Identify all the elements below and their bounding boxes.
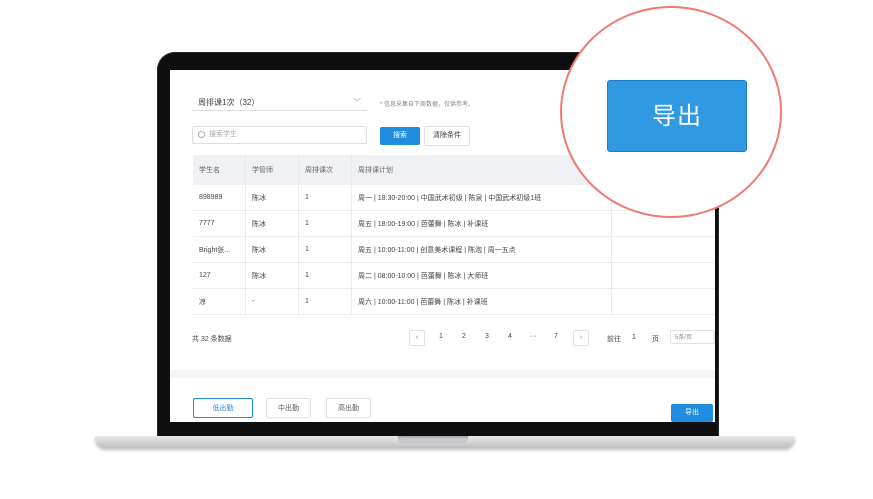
cell-plan: 周五 | 10:00-11:00 | 创意美术课程 | 陈泡 | 周一五点 <box>351 236 612 263</box>
tab-high-attendance[interactable]: 高出勤 <box>326 398 371 418</box>
cell-manager: 陈冰 <box>245 210 299 237</box>
cell-empty <box>611 236 715 263</box>
chevron-down-icon: ﹀ <box>353 98 361 107</box>
cell-manager: 陈冰 <box>245 185 299 211</box>
page-size-value: 5条/页 <box>675 335 693 341</box>
cell-count: 1 <box>298 185 352 211</box>
more-pages-ellipsis[interactable]: ··· <box>526 330 540 344</box>
page-number[interactable]: 4 <box>503 330 517 344</box>
info-hint: * 信息采集自下周数据，仅供参考。 <box>380 102 475 108</box>
cell-count: 1 <box>298 262 352 289</box>
table-row: 7777 陈冰 1 周五 | 18:00-19:00 | 芭蕾舞 | 陈冰 | … <box>193 210 715 237</box>
page-number[interactable]: 2 <box>457 330 471 344</box>
cell-count: 1 <box>298 236 352 263</box>
column-header: 学生名 <box>193 155 246 185</box>
cell-manager: 陈冰 <box>245 236 299 263</box>
table-row: 凉 - 1 周六 | 10:00-11:00 | 芭蕾舞 | 陈冰 | 补课班 <box>193 288 715 315</box>
search-icon <box>198 131 205 138</box>
cell-count: 1 <box>298 288 352 315</box>
tab-mid-attendance[interactable]: 中出勤 <box>266 398 311 418</box>
cell-empty <box>611 288 715 315</box>
cell-plan: 周六 | 10:00-11:00 | 芭蕾舞 | 陈冰 | 补课班 <box>351 288 612 315</box>
column-header: 学管师 <box>245 155 299 185</box>
cell-manager: 陈冰 <box>245 262 299 289</box>
page-number[interactable]: 3 <box>480 330 494 344</box>
page-number[interactable]: 7 <box>549 330 563 344</box>
search-placeholder: 搜索学生 <box>209 131 237 138</box>
table-row: 127 陈冰 1 周二 | 08:00-10:00 | 芭蕾舞 | 陈冰 | 大… <box>193 262 715 289</box>
next-page-button[interactable]: › <box>573 330 589 346</box>
cell-student: 凉 <box>193 288 246 315</box>
cell-student: 7777 <box>193 210 246 237</box>
zoom-callout: 导出 <box>560 6 782 218</box>
page-size-select[interactable]: 5条/页 <box>670 330 715 344</box>
cell-student: 127 <box>193 262 246 289</box>
search-button[interactable]: 搜索 <box>380 127 420 145</box>
cell-student: Bright张... <box>193 236 246 263</box>
laptop-notch <box>398 436 468 443</box>
section-divider <box>170 370 715 378</box>
clear-filters-button[interactable]: 清除条件 <box>424 126 470 146</box>
frequency-select-value: 周排课1次（32） <box>198 98 260 107</box>
zoomed-export-button[interactable]: 导出 <box>607 80 747 152</box>
total-count: 共 32 条数据 <box>192 336 232 343</box>
tab-low-attendance[interactable]: 低出勤 <box>193 398 253 418</box>
cell-empty <box>611 262 715 289</box>
goto-page-input[interactable]: 1 <box>632 334 636 341</box>
cell-student: 898989 <box>193 185 246 211</box>
table-row: Bright张... 陈冰 1 周五 | 10:00-11:00 | 创意美术课… <box>193 236 715 263</box>
cell-plan: 周二 | 08:00-10:00 | 芭蕾舞 | 陈冰 | 大师班 <box>351 262 612 289</box>
page-unit-label: 页 <box>652 336 659 343</box>
page-number[interactable]: 1 <box>434 330 448 344</box>
cell-manager: - <box>245 288 299 315</box>
goto-label: 前往 <box>607 336 621 343</box>
cell-count: 1 <box>298 210 352 237</box>
cell-plan: 周一 | 18:30-20:00 | 中国武术初级 | 陈泉 | 中国武术初级1… <box>351 185 612 211</box>
column-header: 周排课次 <box>298 155 352 185</box>
search-input[interactable]: 搜索学生 <box>192 126 367 144</box>
frequency-select[interactable]: 周排课1次（32） ﹀ <box>192 94 367 111</box>
prev-page-button[interactable]: ‹ <box>409 330 425 346</box>
cell-plan: 周五 | 18:00-19:00 | 芭蕾舞 | 陈冰 | 补课班 <box>351 210 612 237</box>
export-button[interactable]: 导出 <box>671 404 713 422</box>
